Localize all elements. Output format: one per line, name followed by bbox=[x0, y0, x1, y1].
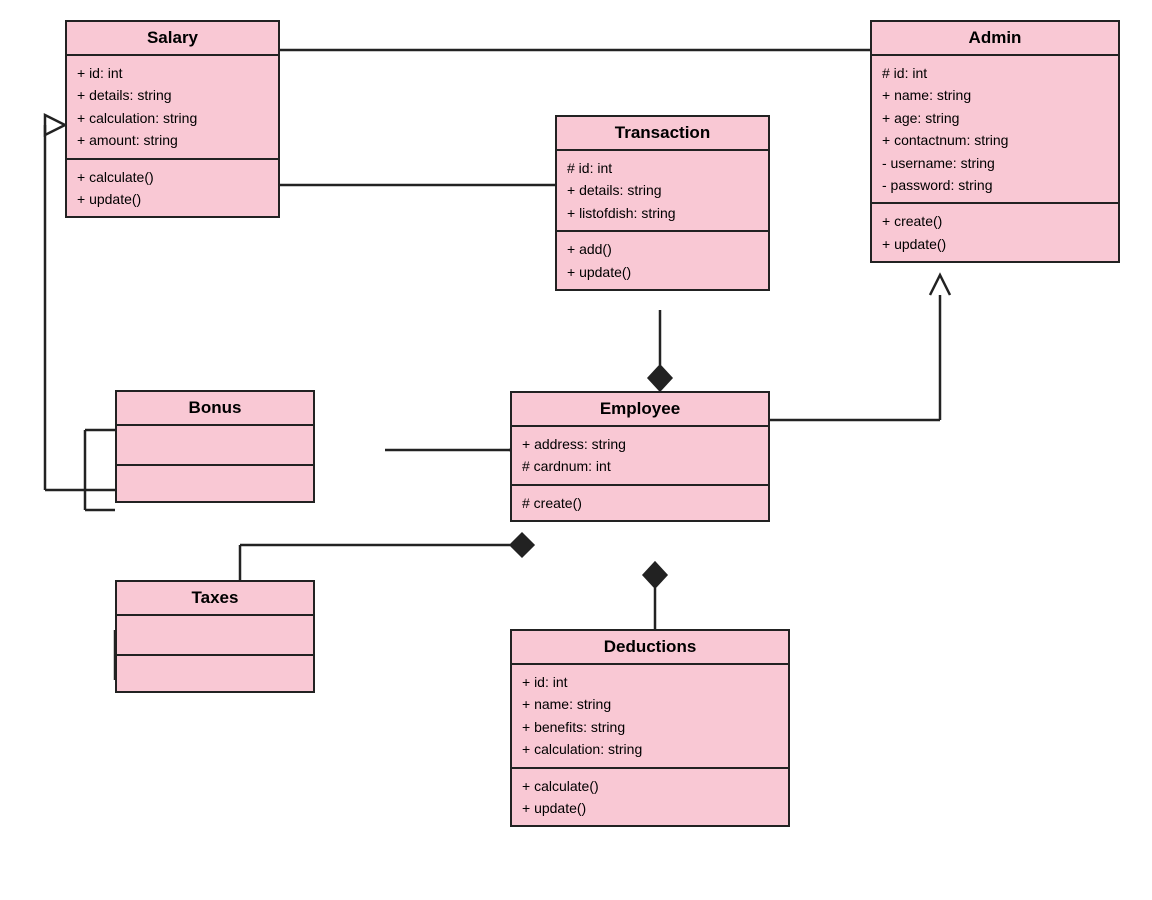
bonus-methods bbox=[117, 466, 313, 501]
bonus-title: Bonus bbox=[117, 392, 313, 426]
admin-class: Admin # id: int + name: string + age: st… bbox=[870, 20, 1120, 263]
admin-methods: + create() + update() bbox=[872, 204, 1118, 261]
deductions-methods: + calculate() + update() bbox=[512, 769, 788, 826]
deductions-attributes: + id: int + name: string + benefits: str… bbox=[512, 665, 788, 769]
employee-title: Employee bbox=[512, 393, 768, 427]
salary-title: Salary bbox=[67, 22, 278, 56]
transaction-methods: + add() + update() bbox=[557, 232, 768, 289]
transaction-attributes: # id: int + details: string + listofdish… bbox=[557, 151, 768, 232]
bonus-attributes bbox=[117, 426, 313, 466]
deductions-title: Deductions bbox=[512, 631, 788, 665]
taxes-methods bbox=[117, 656, 313, 691]
admin-title: Admin bbox=[872, 22, 1118, 56]
taxes-attributes bbox=[117, 616, 313, 656]
salary-methods: + calculate() + update() bbox=[67, 160, 278, 217]
salary-class: Salary + id: int + details: string + cal… bbox=[65, 20, 280, 218]
employee-methods: # create() bbox=[512, 486, 768, 520]
uml-diagram: Salary + id: int + details: string + cal… bbox=[0, 0, 1152, 900]
admin-attributes: # id: int + name: string + age: string +… bbox=[872, 56, 1118, 204]
transaction-title: Transaction bbox=[557, 117, 768, 151]
transaction-class: Transaction # id: int + details: string … bbox=[555, 115, 770, 291]
taxes-title: Taxes bbox=[117, 582, 313, 616]
employee-class: Employee + address: string # cardnum: in… bbox=[510, 391, 770, 522]
taxes-class: Taxes bbox=[115, 580, 315, 693]
salary-attributes: + id: int + details: string + calculatio… bbox=[67, 56, 278, 160]
deductions-class: Deductions + id: int + name: string + be… bbox=[510, 629, 790, 827]
employee-attributes: + address: string # cardnum: int bbox=[512, 427, 768, 486]
bonus-class: Bonus bbox=[115, 390, 315, 503]
